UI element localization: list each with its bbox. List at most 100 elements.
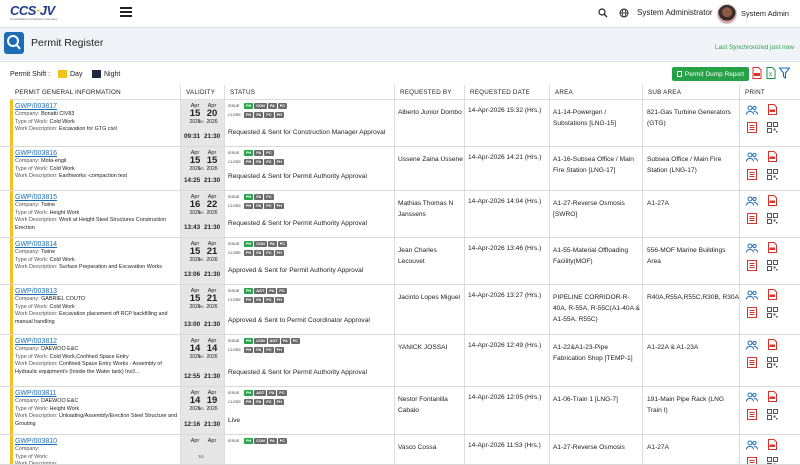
- qr-code-icon[interactable]: [767, 307, 778, 318]
- stage-chip: PH: [244, 347, 254, 353]
- pdf-export-icon[interactable]: [752, 67, 762, 79]
- document-list-icon[interactable]: [747, 260, 757, 271]
- document-list-icon[interactable]: [747, 213, 757, 224]
- document-list-icon[interactable]: [747, 307, 757, 318]
- permit-id-link[interactable]: GWP/003817: [15, 102, 180, 111]
- title-bar: [0, 28, 800, 62]
- users-icon[interactable]: [746, 152, 758, 162]
- pdf-icon[interactable]: [768, 195, 777, 206]
- role-dropdown[interactable]: System Administrator▼: [637, 8, 723, 17]
- document-list-icon[interactable]: [747, 409, 757, 420]
- requested-date: 14-Apr-2026 14:04 (Hrs.): [465, 191, 550, 237]
- table-row: GWP/003814 Company: Twine Type of Work: …: [0, 238, 800, 285]
- col-header-requested-date[interactable]: REQUESTED DATE: [465, 85, 550, 100]
- document-list-icon[interactable]: [747, 357, 757, 368]
- stage-chip: PH: [244, 399, 254, 405]
- end-time: 21:30: [204, 177, 221, 184]
- issue-stages: ISSUE PH PA PC: [228, 194, 274, 200]
- qr-code-icon[interactable]: [767, 122, 778, 133]
- permit-info-cell: GWP/003815 Company: Twine Type of Work: …: [10, 191, 181, 237]
- users-icon[interactable]: [746, 105, 758, 115]
- pdf-icon[interactable]: [768, 439, 777, 450]
- users-icon[interactable]: [746, 196, 758, 206]
- work-description-value: Excavation for GTG civil: [58, 126, 117, 133]
- pdf-icon[interactable]: [768, 242, 777, 253]
- start-time: 14:25: [184, 177, 201, 184]
- qr-code-icon[interactable]: [767, 409, 778, 420]
- permit-id-link[interactable]: GWP/003813: [15, 287, 180, 296]
- permit-id-link[interactable]: GWP/003811: [15, 389, 180, 398]
- stage-chip: PH: [244, 297, 254, 303]
- status-text: Approved & Sent to Permit Coordinator Ap…: [228, 317, 370, 324]
- pdf-icon[interactable]: [768, 104, 777, 115]
- globe-icon[interactable]: [619, 8, 629, 18]
- pdf-icon[interactable]: [768, 289, 777, 300]
- pdf-icon[interactable]: [768, 391, 777, 402]
- area: A1-27-Reverse Osmosis [SWRO]: [550, 191, 643, 237]
- permit-id-link[interactable]: GWP/003812: [15, 337, 180, 346]
- permit-info-cell: GWP/003814 Company: Twine Type of Work: …: [10, 238, 181, 284]
- stage-chip: PA: [254, 112, 264, 118]
- shift-band: [10, 238, 13, 284]
- document-list-icon[interactable]: [747, 169, 757, 180]
- filter-icon[interactable]: [779, 67, 790, 79]
- stage-chip: PH: [274, 159, 284, 165]
- user-name[interactable]: System Admin: [741, 9, 789, 18]
- work-type-value: Cold Work,Confined Space Entry: [49, 353, 129, 360]
- excel-export-icon[interactable]: X: [766, 67, 776, 79]
- menu-toggle-icon[interactable]: [120, 7, 132, 17]
- print-cell: [740, 238, 800, 284]
- pdf-icon[interactable]: [768, 339, 777, 350]
- qr-code-icon[interactable]: [767, 260, 778, 271]
- permit-id-link[interactable]: GWP/003814: [15, 240, 180, 249]
- validity-cell: Apr 15 2026 TO Apr 20 2026 09:31 21:30: [181, 100, 225, 146]
- col-header-area[interactable]: AREA: [550, 85, 643, 100]
- stage-chip: PH: [274, 112, 284, 118]
- qr-code-icon[interactable]: [767, 357, 778, 368]
- avatar[interactable]: [717, 4, 737, 24]
- stage-chip: PC: [264, 112, 274, 118]
- qr-code-icon[interactable]: [767, 169, 778, 180]
- requested-by: Jacinto Lopes Miguel: [395, 285, 465, 334]
- qr-code-icon[interactable]: [767, 457, 778, 464]
- stage-chip: PA: [267, 241, 277, 247]
- stage-chip: AGT: [254, 390, 267, 396]
- users-icon[interactable]: [746, 340, 758, 350]
- users-icon[interactable]: [746, 392, 758, 402]
- print-cell: [740, 387, 800, 434]
- stage-chip: PH: [274, 203, 284, 209]
- stage-chip: PA: [280, 338, 290, 344]
- users-icon[interactable]: [746, 243, 758, 253]
- users-icon[interactable]: [746, 290, 758, 300]
- company-value: DAEWOO E&C: [41, 346, 79, 352]
- users-icon[interactable]: [746, 440, 758, 450]
- permit-id-link[interactable]: GWP/003815: [15, 193, 180, 202]
- stage-chip: PH: [244, 194, 254, 200]
- document-list-icon[interactable]: [747, 457, 757, 464]
- day-label: Day: [70, 71, 83, 78]
- requested-by: Ussene Zaina Ussene: [395, 147, 465, 190]
- col-header-info[interactable]: PERMIT GENERAL INFORMATION: [10, 85, 181, 100]
- permit-dump-report-button[interactable]: Permit Dump Report: [672, 67, 749, 81]
- validity-cell: Apr 15 2026 TO Apr 21 2026 13:00 21:30: [181, 285, 225, 334]
- issue-stages: ISSUE PH AGT PA PC: [228, 288, 287, 294]
- permit-id-link[interactable]: GWP/003816: [15, 149, 180, 158]
- company-value: Bonatti CIV83: [41, 111, 75, 117]
- stage-chip: PA: [254, 399, 264, 405]
- pdf-icon[interactable]: [768, 151, 777, 162]
- stage-chip: CON: [254, 241, 267, 247]
- stage-chip: PH: [274, 399, 284, 405]
- table-row: GWP/003813 Company: GABRIEL COUTO Type o…: [0, 285, 800, 335]
- document-list-icon[interactable]: [747, 122, 757, 133]
- col-header-requested-by[interactable]: REQUESTED BY: [395, 85, 465, 100]
- col-header-validity[interactable]: VALIDITY: [181, 85, 225, 100]
- col-header-sub-area[interactable]: SUB AREA: [643, 85, 740, 100]
- stage-chip: PA: [254, 159, 264, 165]
- table-row: GWP/003817 Company: Bonatti CIV83 Type o…: [0, 100, 800, 147]
- col-header-status[interactable]: STATUS: [225, 85, 395, 100]
- permit-id-link[interactable]: GWP/003810: [15, 437, 180, 446]
- qr-code-icon[interactable]: [767, 213, 778, 224]
- print-cell: [740, 100, 800, 146]
- company-logo[interactable]: CCS·JV Consolidated Contractors Company: [10, 3, 70, 25]
- search-icon[interactable]: [598, 8, 608, 18]
